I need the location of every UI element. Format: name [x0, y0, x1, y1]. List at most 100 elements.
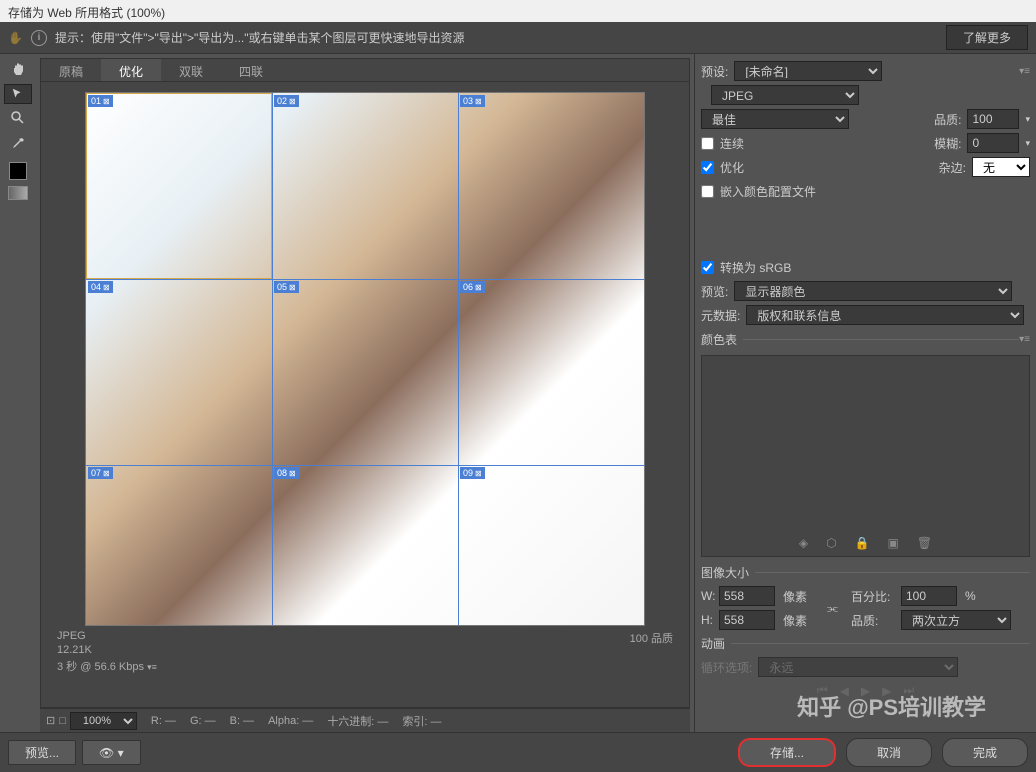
canvas-area: 01⊠ 02⊠ 03⊠ 04⊠ 05⊠ 06⊠ 07⊠ 08⊠ 09⊠ JPEG… — [40, 82, 690, 708]
learn-more-button[interactable]: 了解更多 — [946, 25, 1028, 50]
info-icon: i — [31, 30, 47, 46]
square-icon[interactable]: □ — [59, 715, 66, 727]
optimized-check[interactable] — [701, 161, 714, 174]
info-alpha: Alpha: — — [268, 715, 313, 727]
browser-preview-button[interactable]: 预览... — [8, 740, 76, 765]
image-size-title: 图像大小 — [701, 564, 749, 581]
height-input[interactable] — [719, 610, 775, 630]
ct-icon-1[interactable]: ◈ — [799, 536, 808, 550]
status-quality: 100 品质 — [630, 630, 673, 674]
window-title: 存储为 Web 所用格式 (100%) — [0, 0, 1036, 22]
blur-label: 模糊: — [934, 135, 961, 152]
slice-select-tool[interactable] — [4, 84, 32, 104]
percent-input[interactable] — [901, 586, 957, 606]
px-label-2: 像素 — [783, 612, 823, 629]
format-select[interactable]: JPEG — [711, 85, 859, 105]
resample-label: 品质: — [851, 612, 897, 629]
preview-select[interactable]: 显示器颜色 — [734, 281, 1012, 301]
color-table: ◈ ⬡ 🔒 ▣ 🗑 — [701, 355, 1030, 557]
embed-check[interactable] — [701, 185, 714, 198]
ct-icon-3[interactable]: 🔒 — [855, 536, 870, 550]
color-table-title: 颜色表 — [701, 331, 737, 348]
zoom-select[interactable]: 100% — [70, 712, 137, 730]
quality-label: 品质: — [934, 111, 961, 128]
resample-select[interactable]: 两次立方 — [901, 610, 1011, 630]
eyedropper-tool[interactable] — [4, 132, 32, 156]
metadata-select[interactable]: 版权和联系信息 — [746, 305, 1024, 325]
slice-06[interactable]: 06⊠ — [460, 281, 485, 293]
color-table-menu-icon[interactable]: ▾≡ — [1019, 334, 1030, 345]
ct-icon-5[interactable]: 🗑 — [917, 536, 932, 550]
fit-icon[interactable]: ⊡ — [46, 714, 55, 727]
loop-label: 循环选项: — [701, 659, 752, 676]
anim-prev-icon: ◀ — [840, 684, 849, 698]
info-index: 索引: — — [402, 713, 441, 729]
slice-02[interactable]: 02⊠ — [274, 95, 299, 107]
info-b: B: — — [230, 715, 254, 727]
toggle-slices-icon[interactable] — [8, 186, 28, 200]
slice-05[interactable]: 05⊠ — [274, 281, 299, 293]
slice-03[interactable]: 03⊠ — [460, 95, 485, 107]
preview-eye-button[interactable]: 👁 ▾ — [82, 740, 141, 765]
embed-label: 嵌入颜色配置文件 — [720, 183, 816, 200]
width-input[interactable] — [719, 586, 775, 606]
srgb-label: 转换为 sRGB — [720, 259, 791, 276]
save-button[interactable]: 存储... — [738, 738, 836, 767]
selected-slice — [86, 93, 272, 279]
px-label-1: 像素 — [783, 588, 823, 605]
matte-label: 杂边: — [939, 159, 966, 176]
ct-icon-4[interactable]: ▣ — [888, 536, 899, 550]
matte-select[interactable]: 无 — [972, 157, 1030, 177]
percent-label: 百分比: — [851, 588, 897, 605]
progressive-label: 连续 — [720, 135, 744, 152]
link-icon[interactable]: ⫘ — [827, 601, 847, 616]
preset-select[interactable]: [未命名] — [734, 61, 882, 81]
anim-last-icon: ⏭ — [903, 683, 914, 698]
slice-01[interactable]: 01⊠ — [88, 95, 113, 107]
preview-label: 预览: — [701, 283, 728, 300]
cancel-button[interactable]: 取消 — [846, 738, 932, 767]
info-hex: 十六进制: — — [327, 713, 388, 729]
tab-2up[interactable]: 双联 — [161, 59, 221, 81]
color-swatch[interactable] — [9, 162, 27, 180]
w-label: W: — [701, 589, 715, 603]
footer: 预览... 👁 ▾ 存储... 取消 完成 — [0, 732, 1036, 772]
tip-text: 提示：使用"文件">"导出">"导出为..."或右键单击某个图层可更快速地导出资… — [55, 29, 938, 46]
zoom-tool[interactable] — [4, 106, 32, 130]
done-button[interactable]: 完成 — [942, 738, 1028, 767]
hand-icon: ✋ — [8, 31, 23, 45]
progressive-check[interactable] — [701, 137, 714, 150]
status-format: JPEG — [57, 630, 157, 642]
preview-canvas[interactable]: 01⊠ 02⊠ 03⊠ 04⊠ 05⊠ 06⊠ 07⊠ 08⊠ 09⊠ — [85, 92, 645, 626]
quality-input[interactable] — [967, 109, 1019, 129]
view-tabs: 原稿 优化 双联 四联 — [40, 58, 690, 82]
slice-08[interactable]: 08⊠ — [274, 467, 299, 479]
slice-04[interactable]: 04⊠ — [88, 281, 113, 293]
anim-title: 动画 — [701, 635, 725, 652]
status-time: 3 秒 @ 56.6 Kbps ▾≡ — [57, 658, 157, 674]
status-size: 12.21K — [57, 644, 157, 656]
preset-menu-icon[interactable]: ▾≡ — [1019, 66, 1030, 77]
h-label: H: — [701, 613, 715, 627]
quality-preset-select[interactable]: 最佳 — [701, 109, 849, 129]
tab-4up[interactable]: 四联 — [221, 59, 281, 81]
metadata-label: 元数据: — [701, 307, 740, 324]
tab-original[interactable]: 原稿 — [41, 59, 101, 81]
anim-first-icon: ⏮ — [817, 683, 828, 698]
info-g: G: — — [190, 715, 216, 727]
toolbar — [0, 54, 36, 732]
info-bar: ⊡ □ 100% R: — G: — B: — Alpha: — 十六进制: —… — [40, 708, 690, 732]
srgb-check[interactable] — [701, 261, 714, 274]
settings-panel: 预设: [未命名] ▾≡ JPEG 最佳 品质: ▾ 连续 模糊: ▾ 优化 杂… — [694, 54, 1036, 732]
preset-label: 预设: — [701, 63, 728, 80]
slice-07[interactable]: 07⊠ — [88, 467, 113, 479]
tip-bar: ✋ i 提示：使用"文件">"导出">"导出为..."或右键单击某个图层可更快速… — [0, 22, 1036, 54]
slice-09[interactable]: 09⊠ — [460, 467, 485, 479]
info-r: R: — — [151, 715, 176, 727]
blur-input[interactable] — [967, 133, 1019, 153]
hand-tool[interactable] — [4, 58, 32, 82]
anim-next-icon: ▶ — [882, 684, 891, 698]
tab-optimized[interactable]: 优化 — [101, 59, 161, 81]
ct-icon-2[interactable]: ⬡ — [826, 536, 836, 550]
loop-select: 永远 — [758, 657, 958, 677]
